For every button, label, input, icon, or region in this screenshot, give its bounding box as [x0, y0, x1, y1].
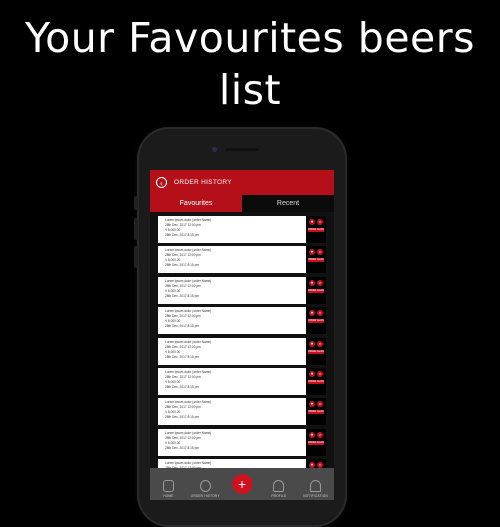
home-icon — [162, 480, 174, 492]
order-again-button[interactable]: ORDER AGAIN — [308, 228, 324, 232]
order-time: 28th Dec, 2017 8:15 pm — [165, 384, 200, 389]
order-details: Lorem ipsum dolor (order Name)28th Dec, … — [158, 368, 306, 395]
order-time: 28th Dec, 2017 8:15 pm — [165, 415, 200, 420]
tab-recent[interactable]: Recent — [242, 195, 334, 212]
order-details: Lorem ipsum dolor (order Name)28th Dec, … — [158, 398, 306, 425]
delete-icon[interactable]: × — [317, 370, 323, 377]
favourite-icon[interactable]: ♥ — [309, 370, 315, 377]
volume-down-button — [134, 246, 138, 268]
order-actions: ♥× ORDER AGAIN — [306, 276, 326, 304]
order-actions: ♥× ORDER AGAIN — [306, 216, 326, 243]
delete-icon[interactable]: × — [317, 279, 323, 286]
nav-profile[interactable]: PROFILE — [260, 468, 297, 500]
order-time: 28th Dec, 2017 8:15 pm — [165, 354, 200, 359]
favourite-icon[interactable]: ♥ — [309, 401, 315, 408]
order-row[interactable]: Lorem ipsum dolor (order Name)28th Dec, … — [158, 276, 326, 304]
favourite-icon[interactable]: ♥ — [309, 431, 315, 438]
headline: Your Favourites beers list — [0, 12, 500, 116]
favourite-icon[interactable]: ♥ — [309, 310, 315, 317]
order-again-button[interactable]: ORDER AGAIN — [308, 258, 324, 263]
order-details: Lorem ipsum dolor (order Name)28th Dec, … — [158, 277, 306, 304]
nav-order-history[interactable]: ORDER HISTORY — [187, 468, 224, 500]
order-time: 28th Dec, 2017 8:15 pm — [165, 263, 200, 268]
favourite-icon[interactable]: ♥ — [309, 279, 315, 286]
nav-add[interactable]: + — [224, 468, 261, 500]
order-actions: ♥× ORDER AGAIN — [306, 367, 326, 395]
order-again-button[interactable]: ORDER AGAIN — [308, 288, 324, 293]
nav-home[interactable]: HOME — [150, 468, 187, 500]
tab-favourites[interactable]: Favourites — [150, 195, 242, 212]
person-icon — [273, 480, 285, 492]
order-row[interactable]: Lorem ipsum dolor (order Name)28th Dec, … — [158, 246, 326, 274]
headline-line-1: Your Favourites beers — [25, 14, 475, 62]
order-row[interactable]: Lorem ipsum dolor (order Name)28th Dec, … — [158, 216, 326, 243]
order-details: Lorem ipsum dolor (order Name)28th Dec, … — [158, 307, 306, 334]
order-again-button[interactable]: ORDER AGAIN — [308, 410, 324, 415]
order-row[interactable]: Lorem ipsum dolor (order Name)28th Dec, … — [158, 367, 326, 395]
order-actions: ♥× ORDER AGAIN — [306, 398, 326, 426]
favourite-icon[interactable]: ♥ — [309, 340, 315, 347]
nav-profile-label: PROFILE — [271, 494, 287, 498]
order-actions: ♥× ORDER AGAIN — [306, 337, 326, 365]
tabs: Favourites Recent — [150, 195, 334, 212]
phone-screen: ‹ ORDER HISTORY Favourites Recent Lorem … — [150, 170, 334, 500]
order-row[interactable]: Lorem ipsum dolor (order Name)28th Dec, … — [158, 428, 326, 456]
order-again-button[interactable]: ORDER AGAIN — [308, 379, 324, 384]
order-again-button[interactable]: ORDER AGAIN — [308, 440, 324, 445]
delete-icon[interactable]: × — [317, 401, 323, 408]
mute-switch — [134, 196, 138, 210]
order-details: Lorem ipsum dolor (order Name)28th Dec, … — [158, 338, 306, 365]
delete-icon[interactable]: × — [317, 431, 323, 438]
order-details: Lorem ipsum dolor (order Name)28th Dec, … — [158, 246, 306, 273]
order-actions: ♥× ORDER AGAIN — [306, 307, 326, 335]
favourite-icon[interactable]: ♥ — [309, 219, 315, 225]
plus-icon: + — [231, 474, 252, 494]
delete-icon[interactable]: × — [317, 340, 323, 347]
order-row[interactable]: Lorem ipsum dolor (order Name)28th Dec, … — [158, 307, 326, 335]
order-details: Lorem ipsum dolor (order Name)28th Dec, … — [158, 216, 306, 243]
order-actions: ♥× ORDER AGAIN — [306, 246, 326, 274]
order-list: Lorem ipsum dolor (order Name) 28th Dec, … — [150, 212, 334, 487]
order-time: 28th Dec, 2017 8:15 pm — [165, 233, 200, 237]
order-row[interactable]: Lorem ipsum dolor (order Name)28th Dec, … — [158, 398, 326, 426]
order-time: 28th Dec, 2017 8:15 pm — [165, 445, 200, 450]
bell-icon — [310, 480, 322, 492]
order-time: 28th Dec, 2017 8:15 pm — [165, 324, 200, 329]
back-icon[interactable]: ‹ — [156, 177, 167, 188]
camera — [212, 147, 217, 152]
speaker — [225, 148, 259, 151]
nav-order-history-label: ORDER HISTORY — [190, 494, 220, 498]
order-again-button[interactable]: ORDER AGAIN — [308, 319, 324, 324]
order-actions: ♥× ORDER AGAIN — [306, 428, 326, 456]
volume-up-button — [134, 218, 138, 240]
app-title: ORDER HISTORY — [174, 179, 232, 186]
favourite-icon[interactable]: ♥ — [309, 249, 315, 256]
nav-home-label: HOME — [163, 494, 174, 498]
delete-icon[interactable]: × — [317, 219, 323, 225]
order-row[interactable]: Lorem ipsum dolor (order Name)28th Dec, … — [158, 337, 326, 365]
delete-icon[interactable]: × — [317, 310, 323, 317]
clock-icon — [199, 480, 211, 492]
app-bar: ‹ ORDER HISTORY — [150, 170, 334, 195]
nav-notification[interactable]: NOTIFICATION — [297, 468, 334, 500]
delete-icon[interactable]: × — [317, 249, 323, 256]
nav-notification-label: NOTIFICATION — [303, 494, 328, 498]
order-time: 28th Dec, 2017 8:15 pm — [165, 293, 200, 298]
bottom-nav: HOME ORDER HISTORY + PROFILE NOTIFICATIO… — [150, 468, 334, 500]
order-details: Lorem ipsum dolor (order Name)28th Dec, … — [158, 429, 306, 456]
order-again-button[interactable]: ORDER AGAIN — [308, 349, 324, 354]
headline-line-2: list — [218, 66, 282, 114]
